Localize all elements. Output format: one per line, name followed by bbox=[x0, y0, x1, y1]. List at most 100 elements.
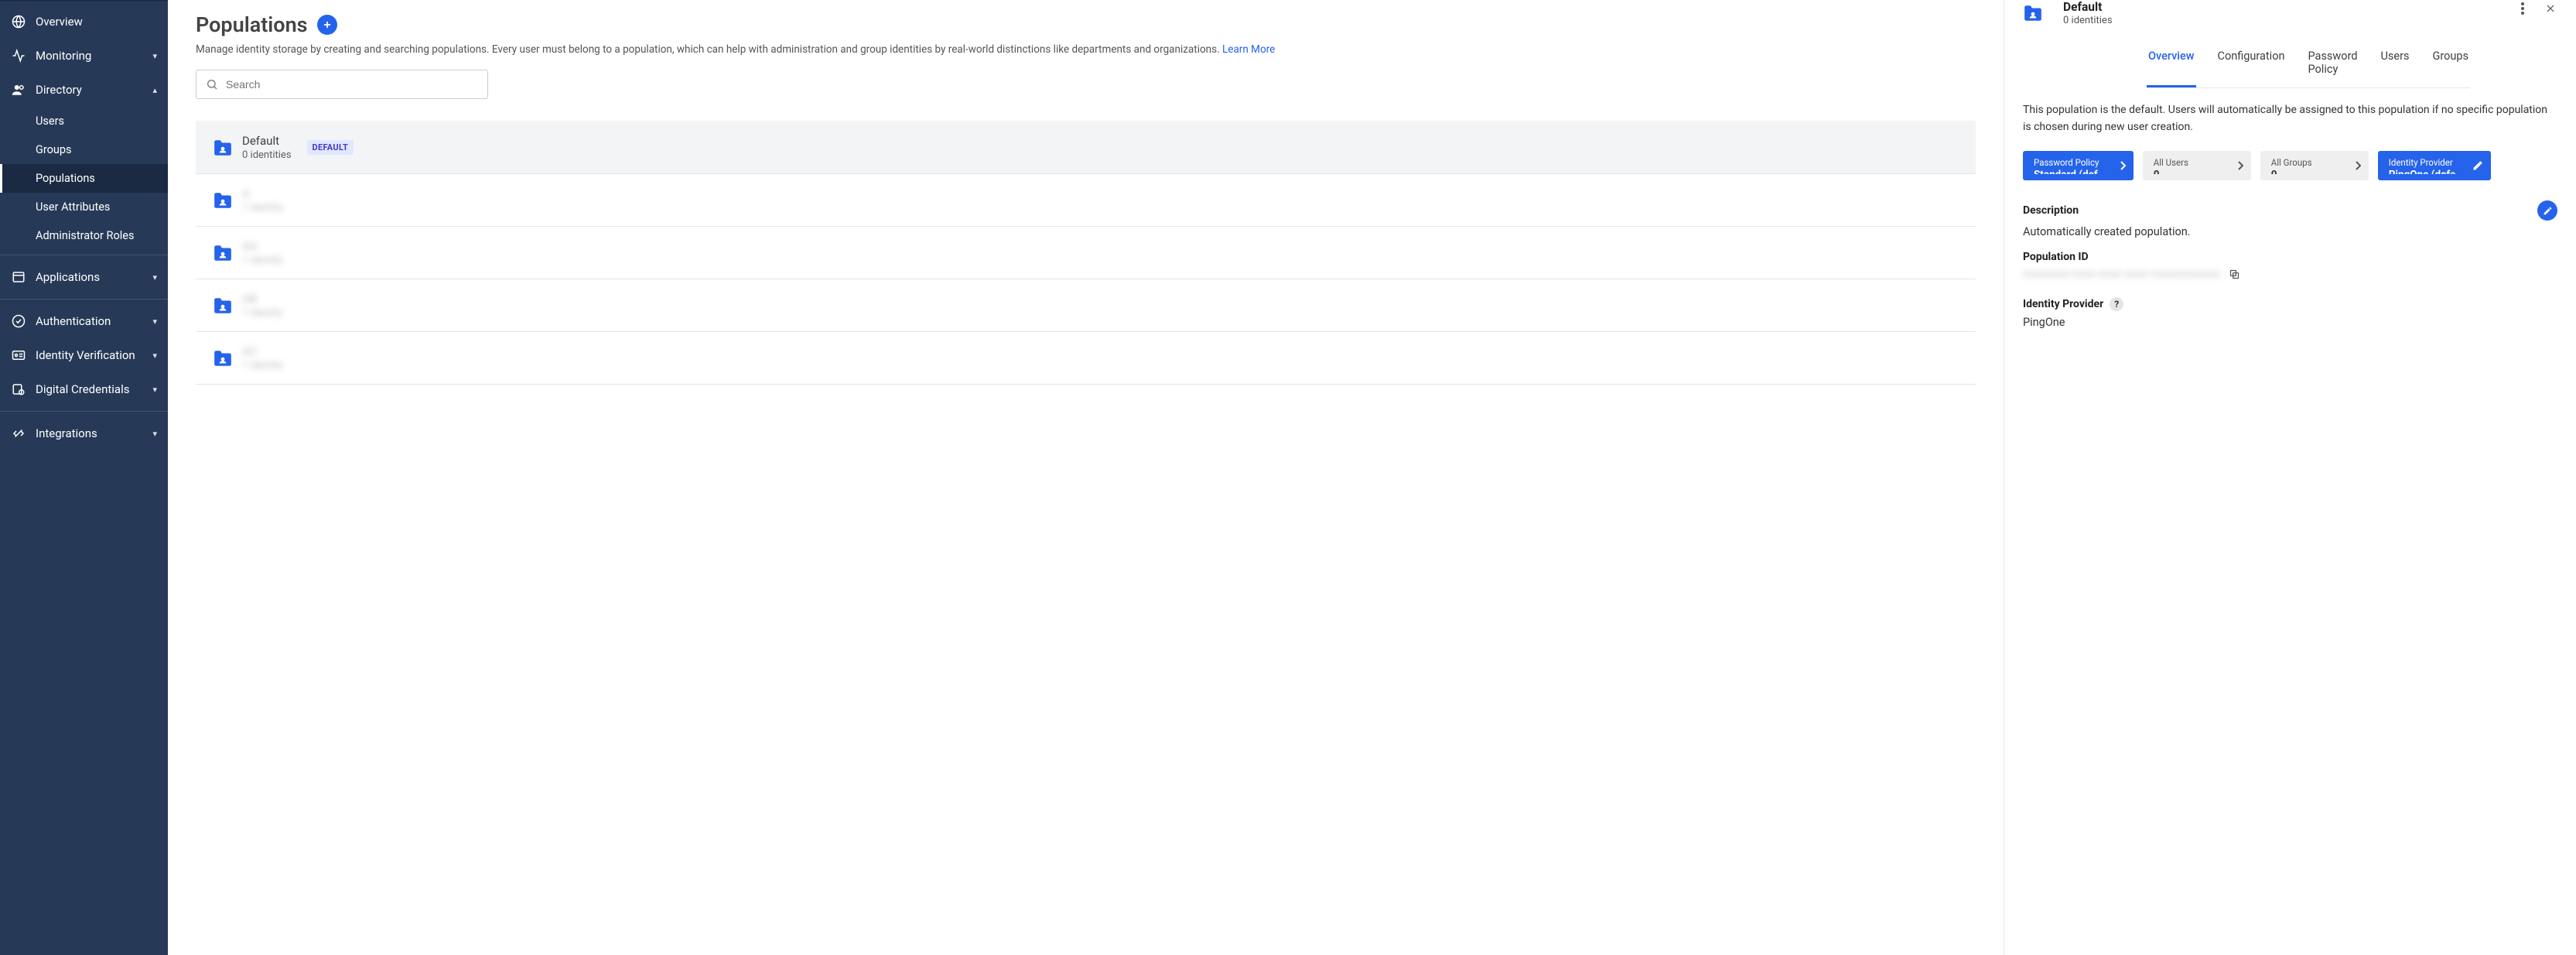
check-circle-icon bbox=[11, 313, 26, 329]
sidebar-item-integrations[interactable]: Integrations ▾ bbox=[0, 416, 168, 450]
sidebar-item-authentication[interactable]: Authentication ▾ bbox=[0, 304, 168, 338]
sidebar-directory-subnav: Users Groups Populations User Attributes… bbox=[0, 107, 168, 250]
chevron-down-icon: ▾ bbox=[152, 317, 157, 327]
globe-icon bbox=[11, 14, 26, 29]
help-icon[interactable]: ? bbox=[2110, 297, 2123, 311]
population-list: Default0 identities DEFAULT A1 identity AA 1… bbox=[196, 121, 1976, 385]
tab-configuration[interactable]: Configuration bbox=[2216, 42, 2287, 87]
panel-tabs: Overview Configuration Password Policy U… bbox=[2147, 42, 2470, 88]
sidebar-label: Applications bbox=[36, 270, 100, 284]
description-label: Description bbox=[2023, 204, 2079, 217]
sidebar-sub-label: Users bbox=[36, 115, 64, 128]
list-item-sub: 1 identity bbox=[242, 202, 283, 214]
identity-provider-label: Identity Provider bbox=[2023, 298, 2103, 310]
list-item[interactable]: AC1 identity bbox=[196, 331, 1976, 385]
population-id-value: xxxxxxxx-xxxx-xxxx-xxxx-xxxxxxxxxxxx bbox=[2023, 268, 2221, 280]
chevron-right-icon bbox=[2120, 161, 2126, 170]
card-all-users[interactable]: All Users 0 bbox=[2143, 151, 2251, 180]
detail-panel: Default 0 identities Overview Config bbox=[2004, 0, 2576, 955]
card-label: All Groups bbox=[2271, 157, 2341, 168]
list-item-sub: 1 identity bbox=[242, 255, 283, 266]
tab-users[interactable]: Users bbox=[2380, 42, 2411, 87]
page-title: Populations bbox=[196, 12, 308, 37]
chevron-down-icon: ▾ bbox=[152, 429, 157, 439]
tab-overview[interactable]: Overview bbox=[2147, 42, 2196, 87]
sidebar-label: Directory bbox=[36, 83, 82, 97]
list-item-name: AB bbox=[242, 292, 283, 306]
sidebar: Overview Monitoring ▾ Directory ▴ Users … bbox=[0, 0, 168, 955]
copy-id-button[interactable] bbox=[2229, 269, 2240, 280]
close-panel-button[interactable] bbox=[2542, 0, 2559, 17]
edit-description-button[interactable] bbox=[2537, 200, 2557, 221]
sidebar-item-directory[interactable]: Directory ▴ bbox=[0, 73, 168, 107]
population-folder-icon bbox=[2023, 5, 2043, 22]
sidebar-item-monitoring[interactable]: Monitoring ▾ bbox=[0, 39, 168, 73]
sidebar-item-users[interactable]: Users bbox=[0, 107, 168, 135]
card-value: 0 bbox=[2154, 169, 2223, 174]
chevron-down-icon: ▾ bbox=[152, 385, 157, 395]
list-item-name: AA bbox=[242, 239, 283, 253]
certificate-icon bbox=[11, 382, 26, 397]
sidebar-item-overview[interactable]: Overview bbox=[0, 5, 168, 39]
search-box[interactable] bbox=[196, 70, 488, 99]
chevron-up-icon: ▴ bbox=[152, 85, 157, 95]
card-value: Standard (def… bbox=[2034, 169, 2106, 174]
list-item[interactable]: AA 1 identity bbox=[196, 226, 1976, 279]
list-item[interactable]: Default0 identities DEFAULT bbox=[196, 121, 1976, 173]
tab-password-policy[interactable]: Password Policy bbox=[2306, 42, 2359, 87]
page-description-text: Manage identity storage by creating and … bbox=[196, 43, 1220, 56]
list-item-name: AC bbox=[242, 344, 283, 358]
learn-more-link[interactable]: Learn More bbox=[1222, 43, 1275, 56]
population-folder-icon bbox=[213, 192, 233, 209]
sidebar-sub-label: Groups bbox=[36, 143, 72, 156]
sidebar-divider bbox=[0, 411, 168, 412]
sidebar-item-populations[interactable]: Populations bbox=[0, 164, 168, 193]
sidebar-item-administrator-roles[interactable]: Administrator Roles bbox=[0, 221, 168, 250]
tab-groups[interactable]: Groups bbox=[2431, 42, 2471, 87]
panel-title: Default bbox=[2063, 0, 2113, 14]
list-item-sub: 0 identities bbox=[242, 149, 292, 161]
main: Populations Manage identity storage by c… bbox=[168, 0, 2576, 955]
sidebar-item-groups[interactable]: Groups bbox=[0, 135, 168, 164]
sidebar-label: Integrations bbox=[36, 426, 97, 440]
sidebar-item-identity-verification[interactable]: Identity Verification ▾ bbox=[0, 338, 168, 372]
list-item[interactable]: A1 identity bbox=[196, 173, 1976, 226]
list-item[interactable]: AB1 identity bbox=[196, 279, 1976, 331]
pencil-icon bbox=[2472, 160, 2483, 171]
card-label: Password Policy bbox=[2034, 157, 2106, 168]
chevron-down-icon: ▾ bbox=[152, 351, 157, 361]
sidebar-label: Digital Credentials bbox=[36, 382, 129, 396]
add-population-button[interactable] bbox=[317, 15, 337, 35]
population-folder-icon bbox=[213, 139, 233, 156]
page-description: Manage identity storage by creating and … bbox=[196, 42, 1976, 57]
sidebar-item-applications[interactable]: Applications ▾ bbox=[0, 260, 168, 294]
population-folder-icon bbox=[213, 350, 233, 367]
content-area: Populations Manage identity storage by c… bbox=[168, 0, 2004, 955]
sidebar-sub-label: User Attributes bbox=[36, 200, 110, 214]
users-icon bbox=[11, 82, 26, 98]
summary-cards: Password Policy Standard (def… All Users… bbox=[2023, 151, 2557, 180]
sidebar-item-digital-credentials[interactable]: Digital Credentials ▾ bbox=[0, 372, 168, 406]
sidebar-label: Identity Verification bbox=[36, 348, 135, 362]
activity-icon bbox=[11, 48, 26, 63]
panel-subtitle: 0 identities bbox=[2063, 15, 2113, 26]
list-item-name: Default bbox=[242, 134, 292, 148]
more-options-button[interactable] bbox=[2514, 0, 2531, 17]
card-all-groups[interactable]: All Groups 0 bbox=[2260, 151, 2369, 180]
card-label: Identity Provider bbox=[2389, 157, 2464, 168]
list-item-sub: 1 identity bbox=[242, 307, 283, 319]
population-folder-icon bbox=[213, 245, 233, 262]
chevron-down-icon: ▾ bbox=[152, 272, 157, 282]
sidebar-item-user-attributes[interactable]: User Attributes bbox=[0, 193, 168, 221]
identity-provider-value: PingOne bbox=[2023, 316, 2557, 329]
card-password-policy[interactable]: Password Policy Standard (def… bbox=[2023, 151, 2134, 180]
card-value: PingOne (defa… bbox=[2389, 169, 2464, 174]
search-input[interactable] bbox=[226, 78, 478, 91]
sidebar-sub-label: Populations bbox=[36, 172, 95, 185]
search-icon bbox=[206, 78, 218, 91]
default-badge: DEFAULT bbox=[307, 140, 354, 155]
description-value: Automatically created population. bbox=[2023, 225, 2557, 238]
card-identity-provider[interactable]: Identity Provider PingOne (defa… bbox=[2378, 151, 2492, 180]
sidebar-sub-label: Administrator Roles bbox=[36, 229, 134, 242]
sidebar-label: Overview bbox=[36, 15, 83, 29]
